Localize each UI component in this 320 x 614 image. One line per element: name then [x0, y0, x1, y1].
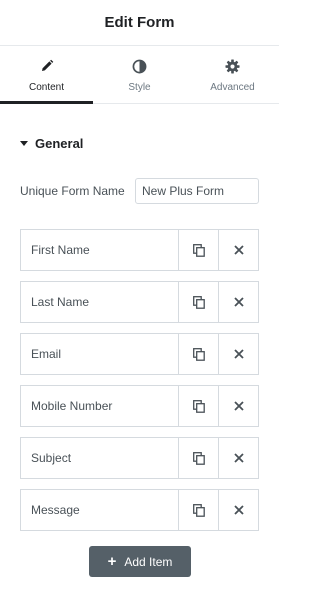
- plus-icon: +: [107, 553, 117, 570]
- tab-content-label: Content: [28, 82, 65, 93]
- tab-advanced-label: Advanced: [210, 82, 255, 93]
- close-icon: [233, 453, 244, 463]
- repeater-item-title[interactable]: Message: [21, 490, 178, 530]
- close-icon: [233, 245, 244, 255]
- repeater-item: First Name: [20, 229, 259, 271]
- duplicate-button[interactable]: [178, 334, 218, 374]
- copy-icon: [192, 451, 205, 465]
- form-name-label: Unique Form Name: [20, 184, 125, 198]
- tab-content[interactable]: Content: [0, 46, 93, 104]
- repeater-item: Email: [20, 333, 259, 375]
- tab-advanced[interactable]: Advanced: [186, 46, 279, 103]
- duplicate-button[interactable]: [178, 438, 218, 478]
- close-icon: [233, 505, 244, 515]
- gear-icon: [225, 58, 241, 74]
- repeater-item-title[interactable]: Last Name: [21, 282, 178, 322]
- repeater-item-title[interactable]: First Name: [21, 230, 178, 270]
- form-name-input[interactable]: [135, 178, 259, 204]
- copy-icon: [192, 503, 205, 517]
- half-circle-icon: [132, 58, 148, 74]
- tab-style-label: Style: [128, 82, 151, 93]
- remove-button[interactable]: [218, 438, 258, 478]
- duplicate-button[interactable]: [178, 230, 218, 270]
- remove-button[interactable]: [218, 282, 258, 322]
- repeater-item-title[interactable]: Mobile Number: [21, 386, 178, 426]
- copy-icon: [192, 243, 205, 257]
- close-icon: [233, 297, 244, 307]
- repeater-item-title[interactable]: Subject: [21, 438, 178, 478]
- duplicate-button[interactable]: [178, 282, 218, 322]
- copy-icon: [192, 399, 205, 413]
- duplicate-button[interactable]: [178, 386, 218, 426]
- close-icon: [233, 401, 244, 411]
- remove-button[interactable]: [218, 334, 258, 374]
- tab-bar: Content Style Advanced: [0, 46, 279, 104]
- panel-title: Edit Form: [104, 14, 175, 31]
- form-name-row: Unique Form Name: [20, 178, 259, 204]
- repeater-item: Subject: [20, 437, 259, 479]
- remove-button[interactable]: [218, 386, 258, 426]
- section-title: General: [35, 136, 84, 151]
- duplicate-button[interactable]: [178, 490, 218, 530]
- close-icon: [233, 349, 244, 359]
- repeater-item: Last Name: [20, 281, 259, 323]
- remove-button[interactable]: [218, 490, 258, 530]
- fields-repeater: First Name Last Name Email Mobile Number: [20, 229, 259, 541]
- repeater-item-title[interactable]: Email: [21, 334, 178, 374]
- section-general-toggle[interactable]: General: [20, 136, 83, 151]
- copy-icon: [192, 347, 205, 361]
- repeater-item: Mobile Number: [20, 385, 259, 427]
- add-item-label: Add Item: [124, 554, 173, 569]
- pencil-icon: [39, 58, 55, 74]
- repeater-item: Message: [20, 489, 259, 531]
- panel-header: Edit Form: [0, 0, 279, 46]
- remove-button[interactable]: [218, 230, 258, 270]
- add-item-button[interactable]: + Add Item: [89, 546, 191, 577]
- copy-icon: [192, 295, 205, 309]
- tab-style[interactable]: Style: [93, 46, 186, 103]
- caret-down-icon: [20, 141, 28, 146]
